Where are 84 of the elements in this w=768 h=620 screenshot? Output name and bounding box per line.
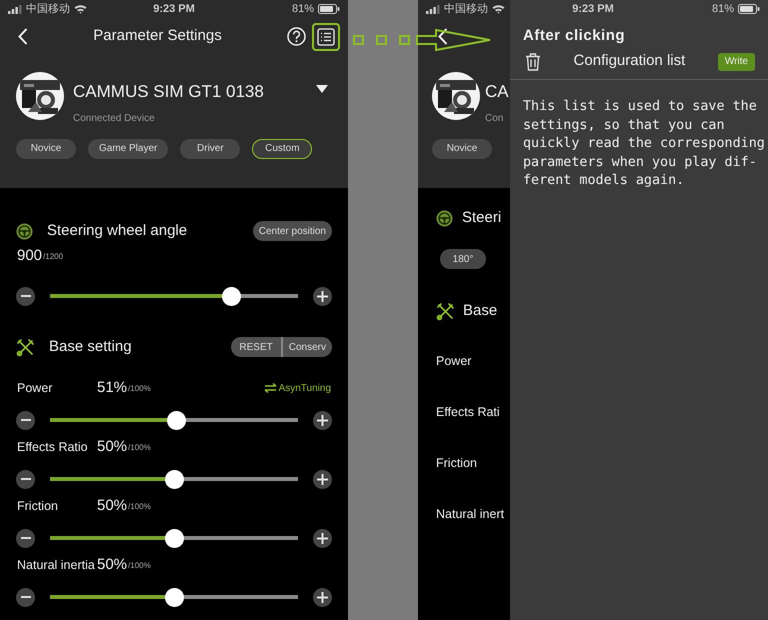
device-status: Connected Device xyxy=(73,112,156,126)
back-icon[interactable] xyxy=(438,28,448,45)
angle-value: 900 xyxy=(17,246,42,266)
signal-icon xyxy=(8,4,22,14)
plus-icon xyxy=(317,592,328,602)
battery-percent: 81% xyxy=(712,2,734,17)
carrier-name: 中国移动 xyxy=(26,2,70,17)
minus-icon xyxy=(20,537,30,539)
increase-button[interactable] xyxy=(313,528,332,548)
mode-tab[interactable]: Game Player xyxy=(88,138,168,158)
help-icon[interactable] xyxy=(287,27,306,46)
parameter-max: /100% xyxy=(128,501,151,513)
decrease-button[interactable] xyxy=(16,410,35,430)
increase-button[interactable] xyxy=(313,470,332,488)
parameter-label: Effects Ratio xyxy=(17,438,89,456)
dropdown-icon[interactable] xyxy=(316,85,328,93)
parameter-value: 50% xyxy=(97,554,128,575)
parameter-value: 51% xyxy=(97,378,128,398)
trash-icon[interactable] xyxy=(525,52,541,70)
mode-tab[interactable]: Novice xyxy=(432,138,492,158)
carrier-name: 中国移动 xyxy=(444,2,488,17)
back-icon[interactable] xyxy=(18,28,28,45)
parameter-value: 50% xyxy=(97,496,128,516)
tools-icon xyxy=(436,302,455,320)
minus-icon xyxy=(20,419,30,421)
status-time: 9:23 PM xyxy=(153,2,195,17)
parameter-label: Friction xyxy=(436,454,477,472)
asyn-tuning-link[interactable]: AsynTuning xyxy=(278,380,331,396)
swap-icon xyxy=(264,383,277,393)
parameter-label: Power xyxy=(17,380,54,397)
parameter-label: Friction xyxy=(17,498,59,515)
parameter-label: Effects Rati xyxy=(436,404,500,421)
wifi-icon xyxy=(74,4,87,14)
minus-icon xyxy=(20,478,30,480)
decrease-button[interactable] xyxy=(16,588,35,606)
mode-tab[interactable]: Novice xyxy=(16,138,76,158)
battery-icon xyxy=(318,4,340,14)
device-name: CA xyxy=(485,81,509,103)
section-title: Steering wheel angle xyxy=(47,220,188,241)
decrease-button[interactable] xyxy=(16,286,35,306)
plus-icon xyxy=(317,474,328,484)
center-position-button[interactable]: Center position xyxy=(252,221,332,241)
angle-chip[interactable]: 180° xyxy=(440,249,486,269)
battery-icon xyxy=(738,4,760,14)
decrease-button[interactable] xyxy=(16,470,35,488)
screen-title: Parameter Settings xyxy=(92,26,223,46)
increase-button[interactable] xyxy=(313,286,332,306)
steering-wheel-icon xyxy=(436,210,453,226)
list-icon xyxy=(317,28,335,46)
section-title: Base setting xyxy=(49,336,132,357)
parameter-label: Natural inert xyxy=(436,506,504,523)
steering-wheel-icon xyxy=(16,222,33,240)
parameter-value: 50% xyxy=(97,436,128,457)
preset-button[interactable]: Conserv xyxy=(280,337,332,357)
list-title: Configuration list xyxy=(572,51,686,72)
device-status: Con xyxy=(485,112,504,126)
mode-tab[interactable]: Driver xyxy=(180,138,240,158)
description-text: This list is used to save the settings, so that you can quickly read the corresponding parameters when you play dif-ferent models again. xyxy=(523,98,766,190)
section-title: Base xyxy=(463,300,498,321)
parameter-max: /100% xyxy=(128,560,151,572)
battery-percent: 81% xyxy=(292,2,314,17)
device-name: CAMMUS SIM GT1 0138 xyxy=(73,81,264,103)
mode-tab[interactable]: Custom xyxy=(252,138,312,158)
minus-icon xyxy=(20,295,30,297)
parameter-label: Natural inertia xyxy=(17,556,96,574)
list-button[interactable] xyxy=(312,22,340,50)
signal-icon xyxy=(426,4,440,14)
decrease-button[interactable] xyxy=(16,528,35,548)
angle-max: /1200 xyxy=(43,251,64,263)
panel-title: After clicking xyxy=(523,28,626,44)
wifi-icon xyxy=(492,4,505,14)
parameter-label: Power xyxy=(436,352,472,370)
status-time: 9:23 PM xyxy=(572,2,614,17)
plus-icon xyxy=(317,414,328,426)
increase-button[interactable] xyxy=(313,410,332,430)
section-title: Steeri xyxy=(462,208,502,228)
preset-button[interactable]: RESET xyxy=(231,337,281,357)
plus-icon xyxy=(317,290,328,302)
plus-icon xyxy=(317,532,328,544)
tools-icon xyxy=(16,338,35,356)
increase-button[interactable] xyxy=(313,588,332,606)
parameter-max: /100% xyxy=(128,442,151,454)
parameter-max: /100% xyxy=(128,383,151,395)
minus-icon xyxy=(20,596,30,598)
